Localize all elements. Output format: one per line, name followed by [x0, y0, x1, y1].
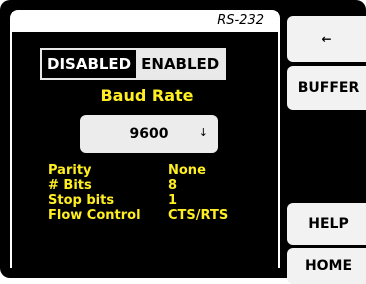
property-value: 1	[168, 193, 178, 208]
home-button-label: HOME	[304, 258, 353, 274]
help-button-label: HELP	[308, 216, 349, 232]
left-arrow-icon: ←	[321, 32, 332, 46]
property-row: Parity None	[48, 163, 228, 178]
toggle-disabled[interactable]: DISABLED	[42, 50, 137, 78]
property-value: 8	[168, 178, 178, 193]
property-row: Stop bits 1	[48, 193, 228, 208]
serial-properties: Parity None # Bits 8 Stop bits 1 Flow Co…	[48, 163, 228, 223]
property-key: # Bits	[48, 178, 92, 193]
property-row: # Bits 8	[48, 178, 228, 193]
title-strip: RS-232	[12, 12, 278, 32]
enable-toggle: DISABLED ENABLED	[40, 48, 227, 80]
home-button[interactable]: HOME	[287, 248, 366, 284]
property-key: Stop bits	[48, 193, 115, 208]
property-key: Flow Control	[48, 208, 141, 223]
help-button[interactable]: HELP	[287, 203, 366, 245]
rs232-panel: RS-232 DISABLED ENABLED Baud Rate 9600 ↓…	[10, 10, 280, 268]
panel-title: RS-232	[217, 13, 264, 28]
side-button-bar: ← BUFFER HELP HOME	[287, 10, 366, 284]
back-button[interactable]: ←	[287, 16, 366, 62]
baud-rate-value: 9600	[129, 126, 169, 142]
baud-rate-label: Baud Rate	[100, 86, 194, 105]
buffer-button-label: BUFFER	[297, 80, 360, 96]
toggle-enabled[interactable]: ENABLED	[136, 50, 225, 78]
chevron-down-icon: ↓	[198, 126, 208, 139]
property-value: None	[168, 163, 206, 178]
baud-rate-select[interactable]: 9600 ↓	[80, 115, 218, 153]
property-row: Flow Control CTS/RTS	[48, 208, 228, 223]
property-key: Parity	[48, 163, 92, 178]
property-value: CTS/RTS	[168, 208, 229, 223]
buffer-button[interactable]: BUFFER	[287, 66, 366, 110]
